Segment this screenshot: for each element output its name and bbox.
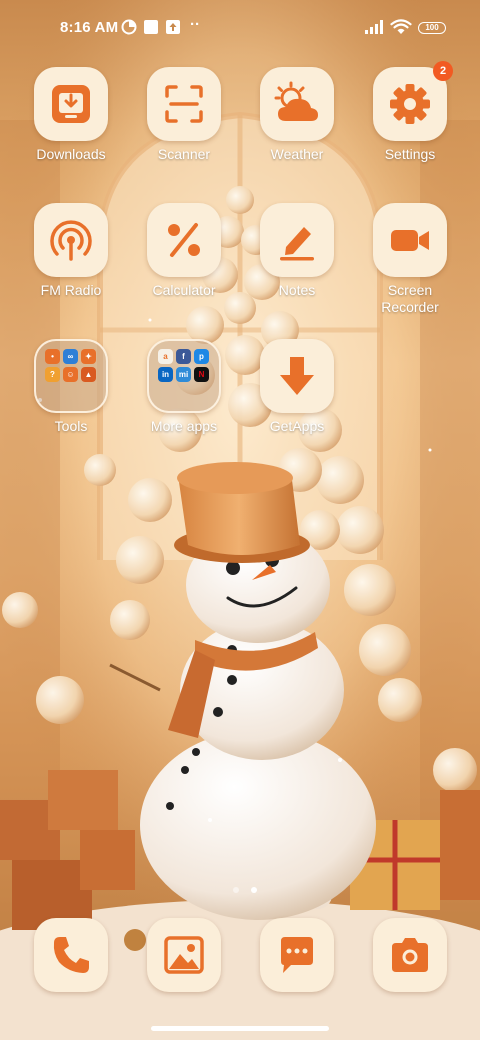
app-label: Notes	[278, 282, 316, 298]
folder-icon[interactable]: a f p in mi N	[147, 339, 221, 413]
app-scanner[interactable]: Scanner	[129, 67, 239, 163]
calculator-tile[interactable]	[147, 203, 221, 277]
screen-recorder-tile[interactable]	[373, 203, 447, 277]
app-fm-radio[interactable]: FM Radio	[16, 203, 126, 299]
dock-camera[interactable]	[355, 918, 465, 992]
app-label: Scanner	[157, 146, 211, 162]
pen-icon	[280, 227, 314, 261]
messages-icon	[281, 937, 313, 973]
wifi-icon	[390, 19, 412, 34]
camera-icon	[392, 938, 428, 972]
folder-icon[interactable]: • ∞ ✦ ? ☺ ▲	[34, 339, 108, 413]
app-label: More apps	[150, 418, 218, 434]
app-label: GetApps	[269, 418, 325, 434]
mini-app-icon: ?	[45, 367, 60, 382]
data-saver-icon	[121, 19, 137, 35]
battery-icon: 100	[418, 22, 446, 34]
dock-messages[interactable]	[242, 918, 352, 992]
app-label: Downloads	[36, 146, 106, 162]
gear-icon	[390, 84, 430, 124]
phone-icon	[53, 937, 89, 973]
dock-gallery[interactable]	[129, 918, 239, 992]
getapps-tile[interactable]	[260, 339, 334, 413]
radio-icon	[50, 220, 92, 261]
video-camera-icon	[391, 230, 429, 251]
folder-tools[interactable]: • ∞ ✦ ? ☺ ▲ Tools	[16, 339, 126, 435]
mini-app-icon: ▲	[81, 367, 96, 382]
mini-app-icon: a	[158, 349, 173, 364]
gallery-tile[interactable]	[147, 918, 221, 992]
app-weather[interactable]: Weather	[242, 67, 352, 163]
mini-app-icon: mi	[176, 367, 191, 382]
app-label: Weather	[270, 146, 324, 162]
sun-cloud-icon	[274, 81, 318, 121]
app-label: Screen Recorder	[381, 282, 439, 315]
mini-app-icon: in	[158, 367, 173, 382]
scan-icon	[165, 85, 203, 123]
status-bar: 8:16 AM ·· 100	[0, 0, 480, 56]
mini-app-icon: •	[45, 349, 60, 364]
dock-phone[interactable]	[16, 918, 126, 992]
home-indicator[interactable]	[151, 1026, 329, 1031]
page-indicator[interactable]	[229, 880, 261, 898]
page-dot-active[interactable]	[251, 887, 258, 893]
app-getapps[interactable]: GetApps	[242, 339, 352, 435]
messages-tile[interactable]	[260, 918, 334, 992]
folder-more-apps[interactable]: a f p in mi N More apps	[129, 339, 239, 435]
scanner-tile[interactable]	[147, 67, 221, 141]
upload-icon	[166, 20, 180, 34]
battery-level: 100	[425, 23, 439, 32]
fm-radio-tile[interactable]	[34, 203, 108, 277]
arrow-down-icon	[280, 357, 314, 395]
app-label: Tools	[54, 418, 88, 434]
status-more-dots: ··	[190, 16, 200, 33]
mini-app-icon: ∞	[63, 349, 78, 364]
app-calculator[interactable]: Calculator	[129, 203, 239, 299]
status-time: 8:16 AM	[60, 19, 119, 36]
gallery-icon	[164, 936, 204, 974]
camera-tile[interactable]	[373, 918, 447, 992]
notification-badge: 2	[433, 61, 453, 81]
app-label: Settings	[384, 146, 436, 162]
mini-app-icon: N	[194, 367, 209, 382]
mini-app-icon: ✦	[81, 349, 96, 364]
settings-tile[interactable]: 2	[373, 61, 453, 141]
app-screen-recorder[interactable]: Screen Recorder	[355, 203, 465, 316]
mini-app-icon: f	[176, 349, 191, 364]
download-icon	[52, 85, 90, 123]
page-dot[interactable]	[233, 887, 239, 893]
downloads-tile[interactable]	[34, 67, 108, 141]
weather-tile[interactable]	[260, 67, 334, 141]
mini-app-icon: ☺	[63, 367, 78, 382]
mini-app-icon: p	[194, 349, 209, 364]
notification-square-icon	[144, 20, 158, 34]
signal-icon	[365, 20, 383, 34]
app-label: FM Radio	[40, 282, 102, 298]
notes-tile[interactable]	[260, 203, 334, 277]
percent-icon	[168, 223, 200, 257]
app-downloads[interactable]: Downloads	[16, 67, 126, 163]
app-notes[interactable]: Notes	[242, 203, 352, 299]
app-label: Calculator	[152, 282, 216, 298]
phone-tile[interactable]	[34, 918, 108, 992]
app-settings[interactable]: 2 Settings	[355, 61, 465, 163]
